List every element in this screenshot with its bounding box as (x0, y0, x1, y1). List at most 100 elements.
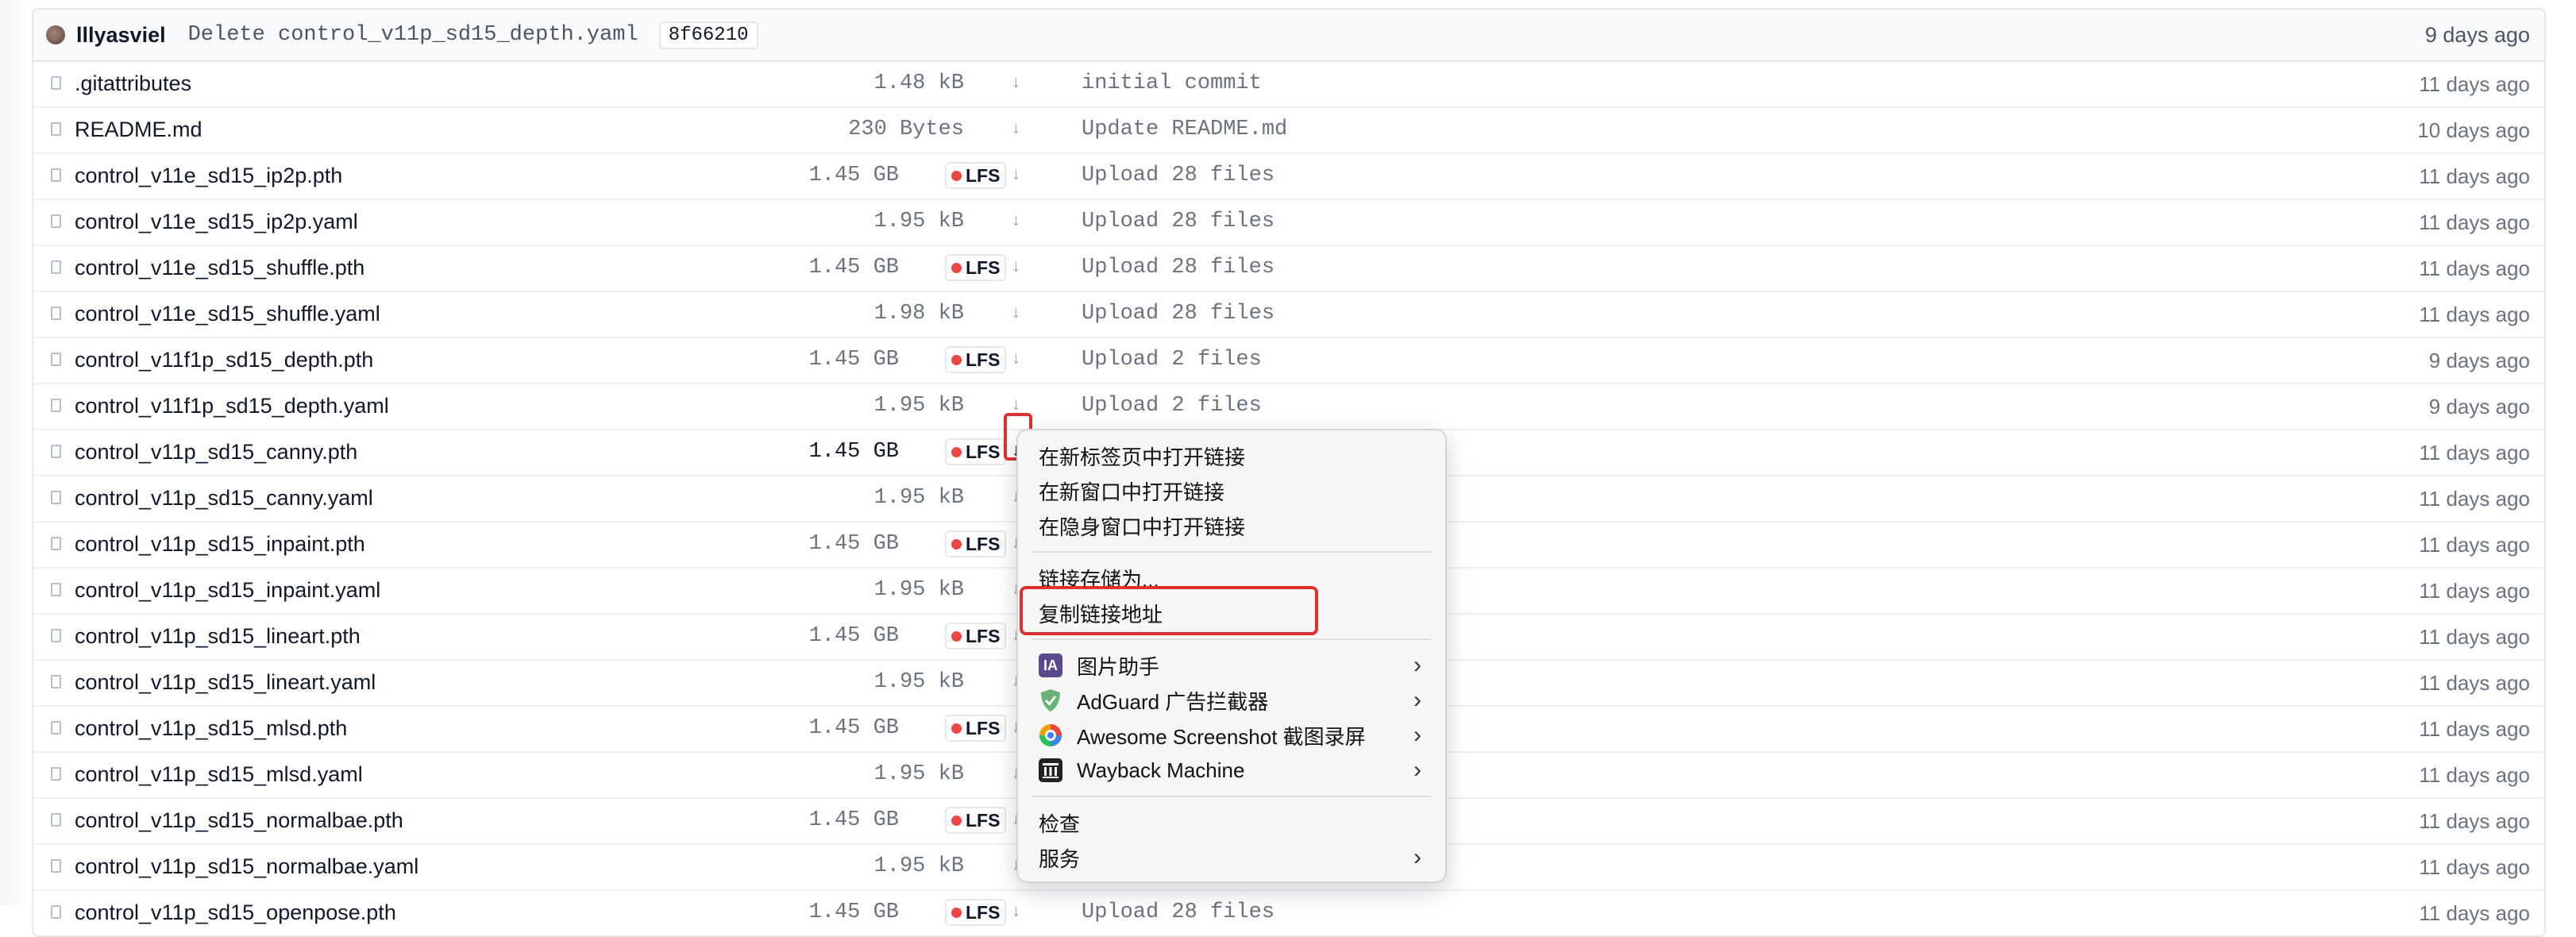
file-size: 1.45 GB (808, 808, 899, 832)
file-size: 1.45 GB (808, 348, 899, 372)
file-commit-link[interactable]: initial commit (1082, 71, 1262, 95)
lfs-label: LFS (966, 349, 1001, 370)
download-icon[interactable]: ↓ (1012, 71, 1020, 92)
file-name-link[interactable]: control_v11p_sd15_inpaint.yaml (75, 578, 380, 603)
file-row: control_v11f1p_sd15_depth.pth 1.45 GB LFS ↓… (33, 338, 2544, 384)
file-name-link[interactable]: control_v11p_sd15_mlsd.pth (75, 716, 347, 741)
file-date: 11 days ago (2419, 164, 2530, 188)
file-name-link[interactable]: control_v11p_sd15_canny.yaml (75, 486, 373, 511)
file-row: control_v11e_sd15_ip2p.pth 1.45 GB LFS ↓ Upl… (33, 154, 2544, 200)
file-icon (51, 260, 61, 274)
lfs-dot-icon (951, 630, 962, 642)
file-name-link[interactable]: control_v11f1p_sd15_depth.pth (75, 348, 373, 372)
commit-author[interactable]: lllyasviel (76, 23, 166, 48)
file-size: 1.45 GB (808, 532, 899, 556)
menu-label: 在隐身窗口中打开链接 (1039, 515, 1246, 539)
file-date: 11 days ago (2419, 671, 2530, 695)
menu-ext-image-helper[interactable]: IA 图片助手 › (1018, 648, 1445, 683)
file-name-link[interactable]: control_v11p_sd15_inpaint.pth (75, 532, 365, 557)
chevron-right-icon: › (1413, 722, 1421, 748)
awesome-screenshot-icon (1039, 723, 1062, 747)
menu-separator (1032, 638, 1431, 640)
file-name-link[interactable]: control_v11p_sd15_lineart.pth (75, 624, 361, 649)
file-commit-link[interactable]: Upload 28 files (1082, 256, 1275, 280)
lfs-label: LFS (966, 441, 1001, 462)
download-icon[interactable]: ↓ (1012, 394, 1020, 415)
file-commit-link[interactable]: Update README.md (1082, 118, 1287, 141)
menu-services[interactable]: 服务 › (1018, 840, 1445, 875)
file-commit-link[interactable]: Upload 28 files (1082, 164, 1275, 187)
commit-message[interactable]: Delete control_v11p_sd15_depth.yaml (188, 23, 638, 47)
file-icon (51, 675, 61, 688)
file-name-link[interactable]: control_v11p_sd15_normalbae.yaml (75, 854, 418, 879)
file-date: 11 days ago (2419, 210, 2530, 234)
file-name-link[interactable]: control_v11e_sd15_shuffle.pth (75, 256, 364, 280)
file-row: control_v11e_sd15_ip2p.yaml 1.95 kB ↓ Uploa… (33, 200, 2544, 246)
wayback-machine-icon (1039, 758, 1062, 782)
commit-hash-badge[interactable]: 8f66210 (658, 21, 758, 49)
file-name-link[interactable]: README.md (75, 118, 202, 142)
file-icon (51, 353, 61, 366)
file-row: control_v11e_sd15_shuffle.pth 1.45 GB LFS ↓… (33, 246, 2544, 292)
file-size: 230 Bytes (848, 118, 964, 141)
menu-inspect[interactable]: 检查 (1018, 805, 1445, 840)
copy-link-highlight-box (1020, 586, 1318, 635)
lfs-badge: LFS (945, 899, 1007, 926)
file-icon (51, 629, 61, 642)
menu-label: 服务 (1039, 846, 1081, 871)
last-commit-header: lllyasviel Delete control_v11p_sd15_dept… (33, 10, 2544, 62)
file-date: 11 days ago (2419, 763, 2530, 787)
file-commit-link[interactable]: Upload 2 files (1082, 394, 1262, 418)
lfs-dot-icon (951, 723, 962, 734)
file-size: 1.98 kB (873, 302, 964, 326)
menu-open-new-window[interactable]: 在新窗口中打开链接 (1018, 473, 1445, 508)
file-name-link[interactable]: control_v11p_sd15_lineart.yaml (75, 670, 376, 695)
download-icon[interactable]: ↓ (1012, 900, 1020, 921)
lfs-label: LFS (966, 809, 1001, 831)
file-commit-link[interactable]: Upload 28 files (1082, 210, 1275, 233)
download-icon[interactable]: ↓ (1012, 256, 1020, 276)
menu-open-new-tab[interactable]: 在新标签页中打开链接 (1018, 438, 1445, 473)
menu-open-incognito[interactable]: 在隐身窗口中打开链接 (1018, 508, 1445, 543)
file-icon (51, 905, 61, 919)
commit-date: 9 days ago (2424, 22, 2530, 47)
menu-label: Wayback Machine (1077, 758, 1245, 782)
file-commit-link[interactable]: Upload 28 files (1082, 900, 1275, 924)
chevron-right-icon: › (1413, 844, 1421, 870)
file-commit-link[interactable]: Upload 2 files (1082, 348, 1262, 372)
file-size: 1.45 GB (808, 164, 899, 187)
file-icon (51, 491, 61, 504)
menu-separator (1032, 551, 1431, 553)
download-icon[interactable]: ↓ (1012, 348, 1020, 368)
file-name-link[interactable]: control_v11f1p_sd15_depth.yaml (75, 394, 389, 418)
download-icon[interactable]: ↓ (1012, 210, 1020, 230)
lfs-badge: LFS (945, 438, 1007, 465)
file-row: README.md 230 Bytes ↓ Update README.md 10 da… (33, 108, 2544, 154)
file-date: 11 days ago (2419, 487, 2530, 511)
file-date: 9 days ago (2428, 395, 2530, 418)
file-name-link[interactable]: control_v11e_sd15_ip2p.yaml (75, 210, 358, 234)
file-name-link[interactable]: control_v11p_sd15_openpose.pth (75, 900, 396, 925)
file-name-link[interactable]: control_v11p_sd15_canny.pth (75, 440, 357, 465)
file-commit-link[interactable]: Upload 28 files (1082, 302, 1275, 326)
file-name-link[interactable]: control_v11p_sd15_normalbae.pth (75, 808, 403, 833)
file-name-link[interactable]: control_v11e_sd15_ip2p.pth (75, 164, 342, 188)
menu-ext-awesome-screenshot[interactable]: Awesome Screenshot 截图录屏 › (1018, 718, 1445, 753)
file-size: 1.45 GB (808, 624, 899, 648)
chevron-right-icon: › (1413, 652, 1421, 678)
menu-label: Awesome Screenshot 截图录屏 (1077, 724, 1366, 749)
file-size: 1.95 kB (873, 486, 964, 510)
download-icon[interactable]: ↓ (1012, 164, 1020, 184)
file-name-link[interactable]: control_v11e_sd15_shuffle.yaml (75, 302, 380, 326)
file-size: 1.95 kB (873, 578, 964, 602)
menu-ext-wayback-machine[interactable]: Wayback Machine › (1018, 753, 1445, 788)
file-name-link[interactable]: .gitattributes (75, 71, 191, 96)
file-name-link[interactable]: control_v11p_sd15_mlsd.yaml (75, 762, 363, 787)
download-icon[interactable]: ↓ (1012, 118, 1020, 138)
file-date: 11 days ago (2419, 809, 2530, 833)
download-icon[interactable]: ↓ (1012, 302, 1020, 322)
lfs-dot-icon (951, 907, 962, 918)
author-avatar[interactable] (46, 25, 65, 44)
lfs-label: LFS (966, 625, 1001, 646)
menu-ext-adguard[interactable]: AdGuard 广告拦截器 › (1018, 683, 1445, 718)
